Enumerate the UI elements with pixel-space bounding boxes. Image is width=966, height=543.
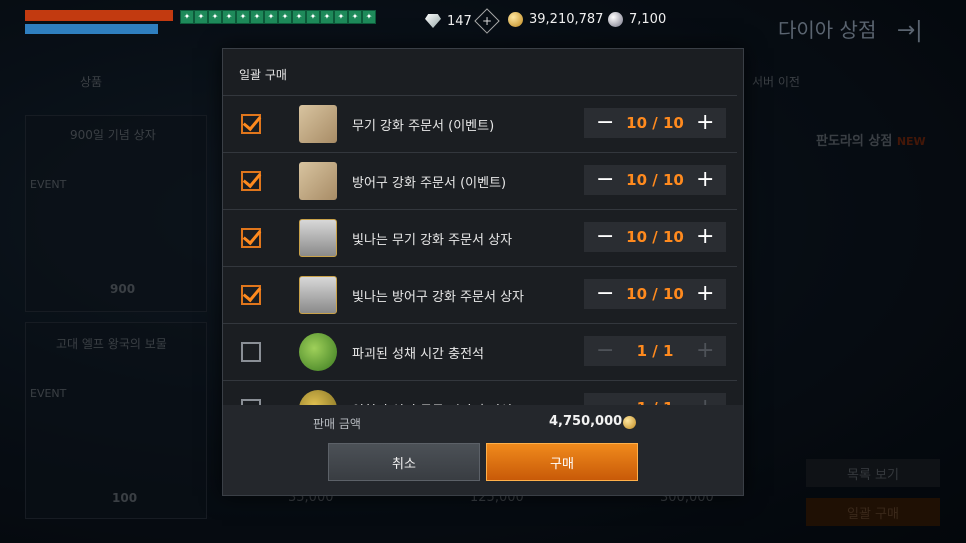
quantity-value: 10 / 10: [626, 114, 684, 132]
buff-icon: ✦: [320, 10, 334, 24]
increase-button[interactable]: +: [696, 397, 714, 406]
diamond-icon: [425, 14, 441, 28]
quantity-value: 1 / 1: [636, 342, 674, 360]
purchase-item-row: 빛나는 무기 강화 주문서 상자 −10 / 10 +: [223, 209, 737, 266]
buff-icon: ✦: [180, 10, 194, 24]
silver-currency: 7,100: [608, 12, 666, 27]
item-name: 파괴된 성채 시간 충전석: [352, 347, 484, 362]
quantity-stepper: −10 / 10 +: [584, 165, 726, 195]
quantity-value: 10 / 10: [626, 171, 684, 189]
purchase-item-row: 방어구 강화 주문서 (이벤트) −10 / 10 +: [223, 152, 737, 209]
gold-coin-icon: [508, 12, 523, 27]
weapon-scroll-icon: [299, 105, 337, 143]
quantity-stepper: −10 / 10 +: [584, 108, 726, 138]
buy-button[interactable]: 구매: [486, 443, 638, 481]
buff-icon: ✦: [264, 10, 278, 24]
item-name: 빛나는 무기 강화 주문서 상자: [352, 233, 513, 248]
silver-count: 7,100: [629, 12, 667, 27]
buff-icon: ✦: [250, 10, 264, 24]
buff-icons: ✦ ✦ ✦ ✦ ✦ ✦ ✦ ✦ ✦ ✦ ✦ ✦ ✦ ✦: [180, 10, 376, 24]
decrease-button[interactable]: −: [596, 112, 614, 134]
item-checkbox[interactable]: [241, 171, 261, 191]
diamond-count: 147: [447, 13, 472, 29]
chest-icon: [299, 219, 337, 257]
quantity-stepper: −10 / 10 +: [584, 222, 726, 252]
bulk-purchase-modal: 일괄 구매 무기 강화 주문서 (이벤트) −10 / 10 + 방어구 강화 주문서…: [222, 48, 744, 496]
buff-icon: ✦: [194, 10, 208, 24]
gold-stone-icon: [299, 390, 337, 405]
increase-button[interactable]: +: [696, 283, 714, 305]
item-checkbox[interactable]: [241, 228, 261, 248]
purchase-item-row: 빛나는 방어구 강화 주문서 상자 −10 / 10 +: [223, 266, 737, 323]
silver-coin-icon: [608, 12, 623, 27]
exit-icon[interactable]: →|: [897, 18, 923, 43]
quantity-stepper: − 1 / 1 +: [584, 336, 726, 366]
decrease-button[interactable]: −: [596, 226, 614, 248]
gold-coin-icon: [623, 416, 636, 429]
item-name: 무기 강화 주문서 (이벤트): [352, 119, 495, 134]
increase-button[interactable]: +: [696, 340, 714, 362]
decrease-button[interactable]: −: [596, 283, 614, 305]
buff-icon: ✦: [334, 10, 348, 24]
green-stone-icon: [299, 333, 337, 371]
decrease-button[interactable]: −: [596, 340, 614, 362]
decrease-button[interactable]: −: [596, 397, 614, 406]
item-checkbox[interactable]: [241, 342, 261, 362]
item-name: 방어구 강화 주문서 (이벤트): [352, 176, 507, 191]
diamond-currency: 147 +: [425, 8, 500, 34]
item-name: 빛나는 방어구 강화 주문서 상자: [352, 290, 525, 305]
item-checkbox[interactable]: [241, 285, 261, 305]
mp-bar: [25, 24, 158, 34]
buff-icon: ✦: [278, 10, 292, 24]
quantity-value: 10 / 10: [626, 285, 684, 303]
buff-icon: ✦: [292, 10, 306, 24]
chest-icon: [299, 276, 337, 314]
item-checkbox[interactable]: [241, 114, 261, 134]
price-label: 판매 금액: [313, 417, 361, 431]
quantity-stepper: −1 / 1+: [584, 393, 726, 405]
hp-bar: [25, 10, 173, 21]
purchase-item-row: 잊혀진 섬의 동굴 시간 충전석−1 / 1+: [223, 380, 737, 405]
modal-footer: 판매 금액 4,750,000 취소 구매: [223, 405, 743, 495]
shop-title-text: 다이아 상점: [778, 18, 877, 42]
purchase-item-row: 무기 강화 주문서 (이벤트) −10 / 10 +: [223, 95, 737, 152]
increase-button[interactable]: +: [696, 169, 714, 191]
decrease-button[interactable]: −: [596, 169, 614, 191]
item-list[interactable]: 무기 강화 주문서 (이벤트) −10 / 10 + 방어구 강화 주문서 (이벤트)…: [223, 95, 737, 405]
quantity-stepper: −10 / 10 +: [584, 279, 726, 309]
modal-title: 일괄 구매: [239, 68, 287, 82]
quantity-value: 10 / 10: [626, 228, 684, 246]
shop-title: 다이아 상점 →|: [778, 14, 923, 43]
buff-icon: ✦: [348, 10, 362, 24]
gold-currency: 39,210,787: [508, 12, 603, 27]
gold-count: 39,210,787: [529, 12, 604, 27]
purchase-item-row: 파괴된 성채 시간 충전석 − 1 / 1 +: [223, 323, 737, 380]
buff-icon: ✦: [306, 10, 320, 24]
buff-icon: ✦: [236, 10, 250, 24]
armor-scroll-icon: [299, 162, 337, 200]
price-value: 4,750,000: [549, 414, 623, 429]
buff-icon: ✦: [362, 10, 376, 24]
buff-icon: ✦: [222, 10, 236, 24]
increase-button[interactable]: +: [696, 226, 714, 248]
increase-button[interactable]: +: [696, 112, 714, 134]
buff-icon: ✦: [208, 10, 222, 24]
add-diamond-button[interactable]: +: [474, 8, 500, 34]
cancel-button[interactable]: 취소: [328, 443, 480, 481]
